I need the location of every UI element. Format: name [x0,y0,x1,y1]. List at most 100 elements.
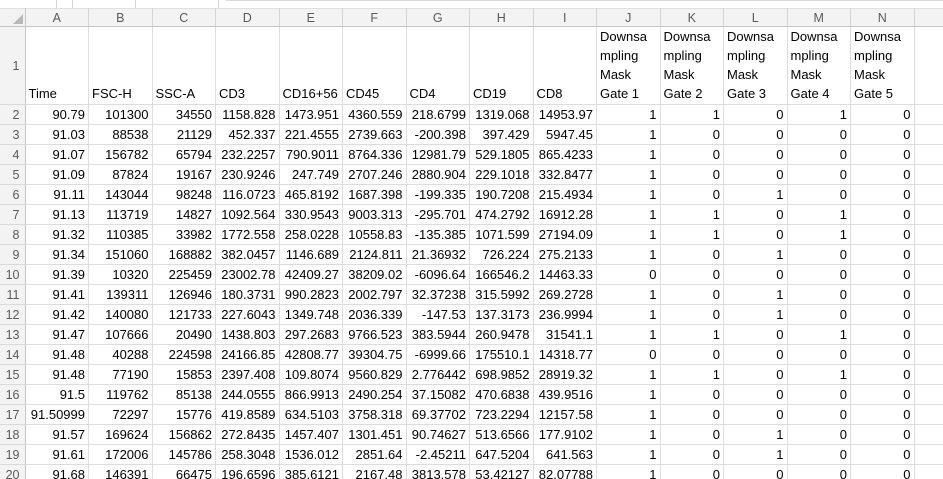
cell-L7[interactable]: 0 [723,204,788,225]
cell-N7[interactable]: 0 [850,204,915,225]
cell-N13[interactable]: 0 [850,324,915,345]
cell-D15[interactable]: 2397.408 [215,364,280,385]
cell-F20[interactable]: 2167.48 [342,464,407,479]
cell-L10[interactable]: 0 [723,264,788,285]
cell-E3[interactable]: 221.4555 [279,124,343,145]
cell-H4[interactable]: 529.1805 [469,144,534,165]
cell-H12[interactable]: 137.3173 [469,304,534,325]
cell-H1[interactable]: CD19 [469,26,534,105]
cell-H16[interactable]: 470.6838 [469,384,534,405]
row-header-6[interactable]: 6 [0,184,26,205]
cell-K11[interactable]: 0 [660,284,724,305]
cell-partial-13[interactable] [914,324,943,345]
cell-D14[interactable]: 24166.85 [215,344,280,365]
cell-partial-4[interactable] [914,144,943,165]
cell-partial-3[interactable] [914,124,943,145]
column-header-J[interactable]: J [596,8,661,27]
cell-D1[interactable]: CD3 [215,26,280,105]
cell-M8[interactable]: 1 [787,224,851,245]
cell-I1[interactable]: CD8 [533,26,597,105]
row-header-13[interactable]: 13 [0,324,26,345]
cell-C16[interactable]: 85138 [152,384,216,405]
cell-K13[interactable]: 1 [660,324,724,345]
cell-K19[interactable]: 0 [660,444,724,465]
row-header-15[interactable]: 15 [0,364,26,385]
cell-E7[interactable]: 330.9543 [279,204,343,225]
cell-H11[interactable]: 315.5992 [469,284,534,305]
cell-B3[interactable]: 88538 [88,124,153,145]
cell-K8[interactable]: 1 [660,224,724,245]
cell-H14[interactable]: 175510.1 [469,344,534,365]
row-header-16[interactable]: 16 [0,384,26,405]
cell-N5[interactable]: 0 [850,164,915,185]
cell-L8[interactable]: 0 [723,224,788,245]
cell-D17[interactable]: 419.8589 [215,404,280,425]
cell-B18[interactable]: 169624 [88,424,153,445]
cell-E15[interactable]: 109.8074 [279,364,343,385]
cell-J7[interactable]: 1 [596,204,661,225]
column-header-L[interactable]: L [723,8,788,27]
row-header-10[interactable]: 10 [0,264,26,285]
cell-B7[interactable]: 113719 [88,204,153,225]
cell-F12[interactable]: 2036.339 [342,304,407,325]
cell-D7[interactable]: 1092.564 [215,204,280,225]
cell-D20[interactable]: 196.6596 [215,464,280,479]
cell-B1[interactable]: FSC-H [88,26,153,105]
cell-B5[interactable]: 87824 [88,164,153,185]
cell-partial-12[interactable] [914,304,943,325]
cell-D3[interactable]: 452.337 [215,124,280,145]
cell-F6[interactable]: 1687.398 [342,184,407,205]
cell-D5[interactable]: 230.9246 [215,164,280,185]
cell-N17[interactable]: 0 [850,404,915,425]
cell-J10[interactable]: 0 [596,264,661,285]
cell-I12[interactable]: 236.9994 [533,304,597,325]
cell-L1[interactable]: Downsa mpling Mask Gate 3 [723,26,788,105]
cell-I20[interactable]: 82.07788 [533,464,597,479]
cell-H18[interactable]: 513.6566 [469,424,534,445]
cell-D10[interactable]: 23002.78 [215,264,280,285]
cell-B19[interactable]: 172006 [88,444,153,465]
cell-M4[interactable]: 0 [787,144,851,165]
cell-H7[interactable]: 474.2792 [469,204,534,225]
column-header-partial[interactable] [914,8,943,27]
cell-L3[interactable]: 0 [723,124,788,145]
column-header-E[interactable]: E [279,8,343,27]
column-header-I[interactable]: I [533,8,597,27]
cell-J20[interactable]: 1 [596,464,661,479]
cell-N8[interactable]: 0 [850,224,915,245]
cell-M3[interactable]: 0 [787,124,851,145]
cell-K3[interactable]: 0 [660,124,724,145]
cell-I15[interactable]: 28919.32 [533,364,597,385]
row-header-18[interactable]: 18 [0,424,26,445]
column-header-K[interactable]: K [660,8,724,27]
cell-G3[interactable]: -200.398 [406,124,470,145]
cell-D18[interactable]: 272.8435 [215,424,280,445]
cell-L5[interactable]: 0 [723,164,788,185]
cell-G5[interactable]: 2880.904 [406,164,470,185]
cell-H13[interactable]: 260.9478 [469,324,534,345]
cell-H9[interactable]: 726.224 [469,244,534,265]
cell-A2[interactable]: 90.79 [25,104,89,125]
cell-I16[interactable]: 439.9516 [533,384,597,405]
row-header-8[interactable]: 8 [0,224,26,245]
cell-partial-10[interactable] [914,264,943,285]
cell-K7[interactable]: 1 [660,204,724,225]
cell-L16[interactable]: 0 [723,384,788,405]
cell-L18[interactable]: 1 [723,424,788,445]
cell-partial-2[interactable] [914,104,943,125]
cell-G6[interactable]: -199.335 [406,184,470,205]
cell-partial-9[interactable] [914,244,943,265]
cell-J13[interactable]: 1 [596,324,661,345]
cell-F17[interactable]: 3758.318 [342,404,407,425]
cell-E5[interactable]: 247.749 [279,164,343,185]
cell-A6[interactable]: 91.11 [25,184,89,205]
cell-L4[interactable]: 0 [723,144,788,165]
cell-F1[interactable]: CD45 [342,26,407,105]
cell-E14[interactable]: 42808.77 [279,344,343,365]
cell-B16[interactable]: 119762 [88,384,153,405]
cell-C13[interactable]: 20490 [152,324,216,345]
cell-H20[interactable]: 53.42127 [469,464,534,479]
cell-L9[interactable]: 1 [723,244,788,265]
select-all-corner[interactable] [0,8,26,27]
cell-A8[interactable]: 91.32 [25,224,89,245]
